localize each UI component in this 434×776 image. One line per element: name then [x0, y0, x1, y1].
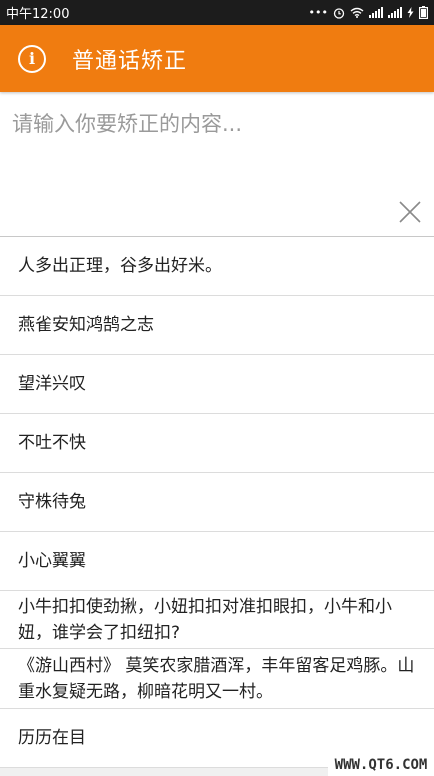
list-item[interactable]: 守株待兔	[0, 473, 434, 532]
status-bar: 中午12:00 •••	[0, 0, 434, 25]
list-item-text: 小牛扣扣使劲揪，小妞扣扣对准扣眼扣，小牛和小妞，谁学会了扣纽扣?	[18, 596, 392, 643]
battery-icon	[419, 6, 428, 19]
list-item-text: 望洋兴叹	[18, 374, 86, 394]
list-item-text: 《游山西村》 莫笑农家腊酒浑，丰年留客足鸡豚。山重水复疑无路，柳暗花明又一村。	[18, 655, 415, 702]
phrase-list: 人多出正理，谷多出好米。 燕雀安知鸿鹄之志 望洋兴叹 不吐不快 守株待兔 小心翼…	[0, 237, 434, 768]
more-dots-icon: •••	[308, 6, 328, 19]
list-item[interactable]: 小牛扣扣使劲揪，小妞扣扣对准扣眼扣，小牛和小妞，谁学会了扣纽扣?	[0, 591, 434, 649]
list-item[interactable]: 不吐不快	[0, 414, 434, 473]
info-icon[interactable]: i	[18, 44, 46, 73]
charging-bolt-icon	[407, 7, 414, 18]
list-item-text: 小心翼翼	[18, 551, 86, 571]
wifi-icon	[350, 7, 364, 18]
list-item[interactable]: 《游山西村》 莫笑农家腊酒浑，丰年留客足鸡豚。山重水复疑无路，柳暗花明又一村。	[0, 649, 434, 709]
text-input[interactable]	[0, 92, 434, 236]
list-item[interactable]: 燕雀安知鸿鹄之志	[0, 296, 434, 355]
status-icons: •••	[309, 6, 428, 19]
signal-icon	[369, 7, 383, 18]
list-item-text: 不吐不快	[18, 433, 86, 453]
watermark: WWW.QT6.COM	[328, 754, 434, 776]
input-area	[0, 92, 434, 237]
list-item-text: 历历在目	[18, 728, 86, 748]
alarm-clock-icon	[333, 7, 345, 19]
list-item[interactable]: 小心翼翼	[0, 532, 434, 591]
list-item-text: 人多出正理，谷多出好米。	[18, 256, 222, 276]
status-time: 中午12:00	[6, 7, 70, 22]
close-icon[interactable]	[398, 200, 422, 224]
list-item[interactable]: 人多出正理，谷多出好米。	[0, 237, 434, 296]
list-item[interactable]: 望洋兴叹	[0, 355, 434, 414]
app-title: 普通话矫正	[72, 48, 188, 74]
list-item-text: 燕雀安知鸿鹄之志	[18, 315, 154, 335]
list-item-text: 守株待兔	[18, 492, 86, 512]
app-bar: i 普通话矫正	[0, 25, 434, 92]
signal-icon	[388, 7, 402, 18]
